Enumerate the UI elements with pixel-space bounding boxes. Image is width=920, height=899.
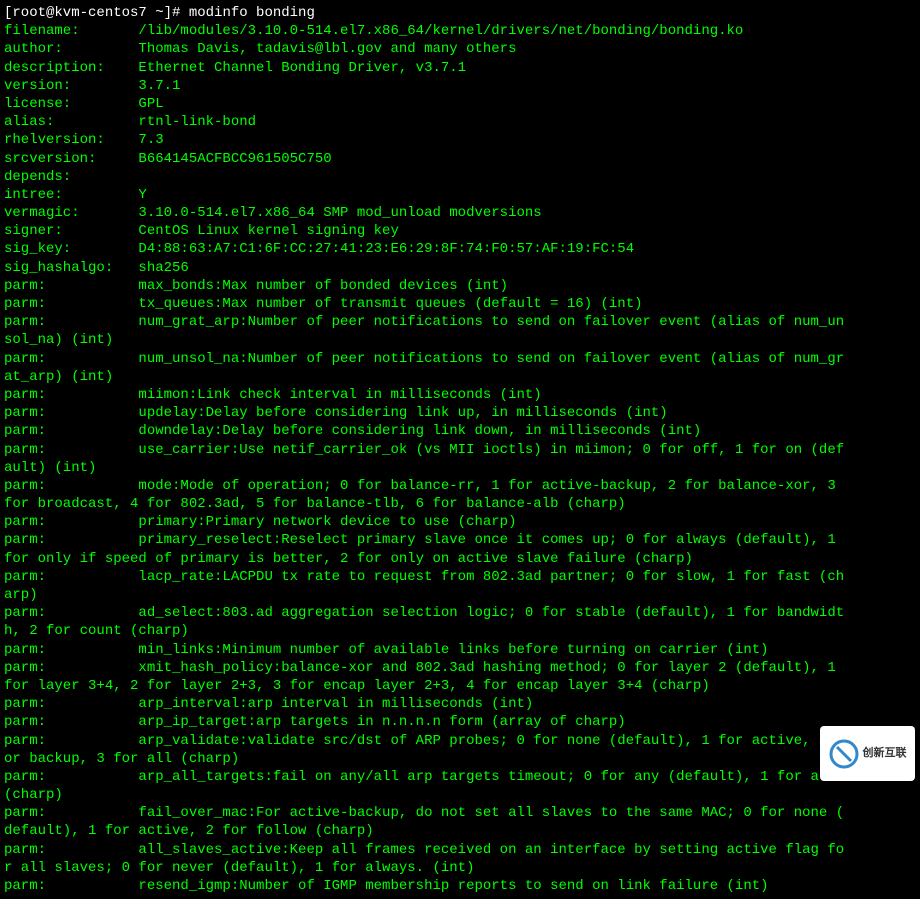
watermark-text: 创新互联 — [863, 747, 907, 759]
terminal-output[interactable]: [root@kvm-centos7 ~]# modinfo bonding fi… — [0, 0, 920, 899]
command-input: modinfo bonding — [189, 5, 315, 21]
shell-prompt: [root@kvm-centos7 ~]# — [4, 5, 189, 21]
modinfo-output: filename: /lib/modules/3.10.0-514.el7.x8… — [4, 22, 916, 895]
watermark-logo: 创新互联 — [820, 726, 915, 781]
